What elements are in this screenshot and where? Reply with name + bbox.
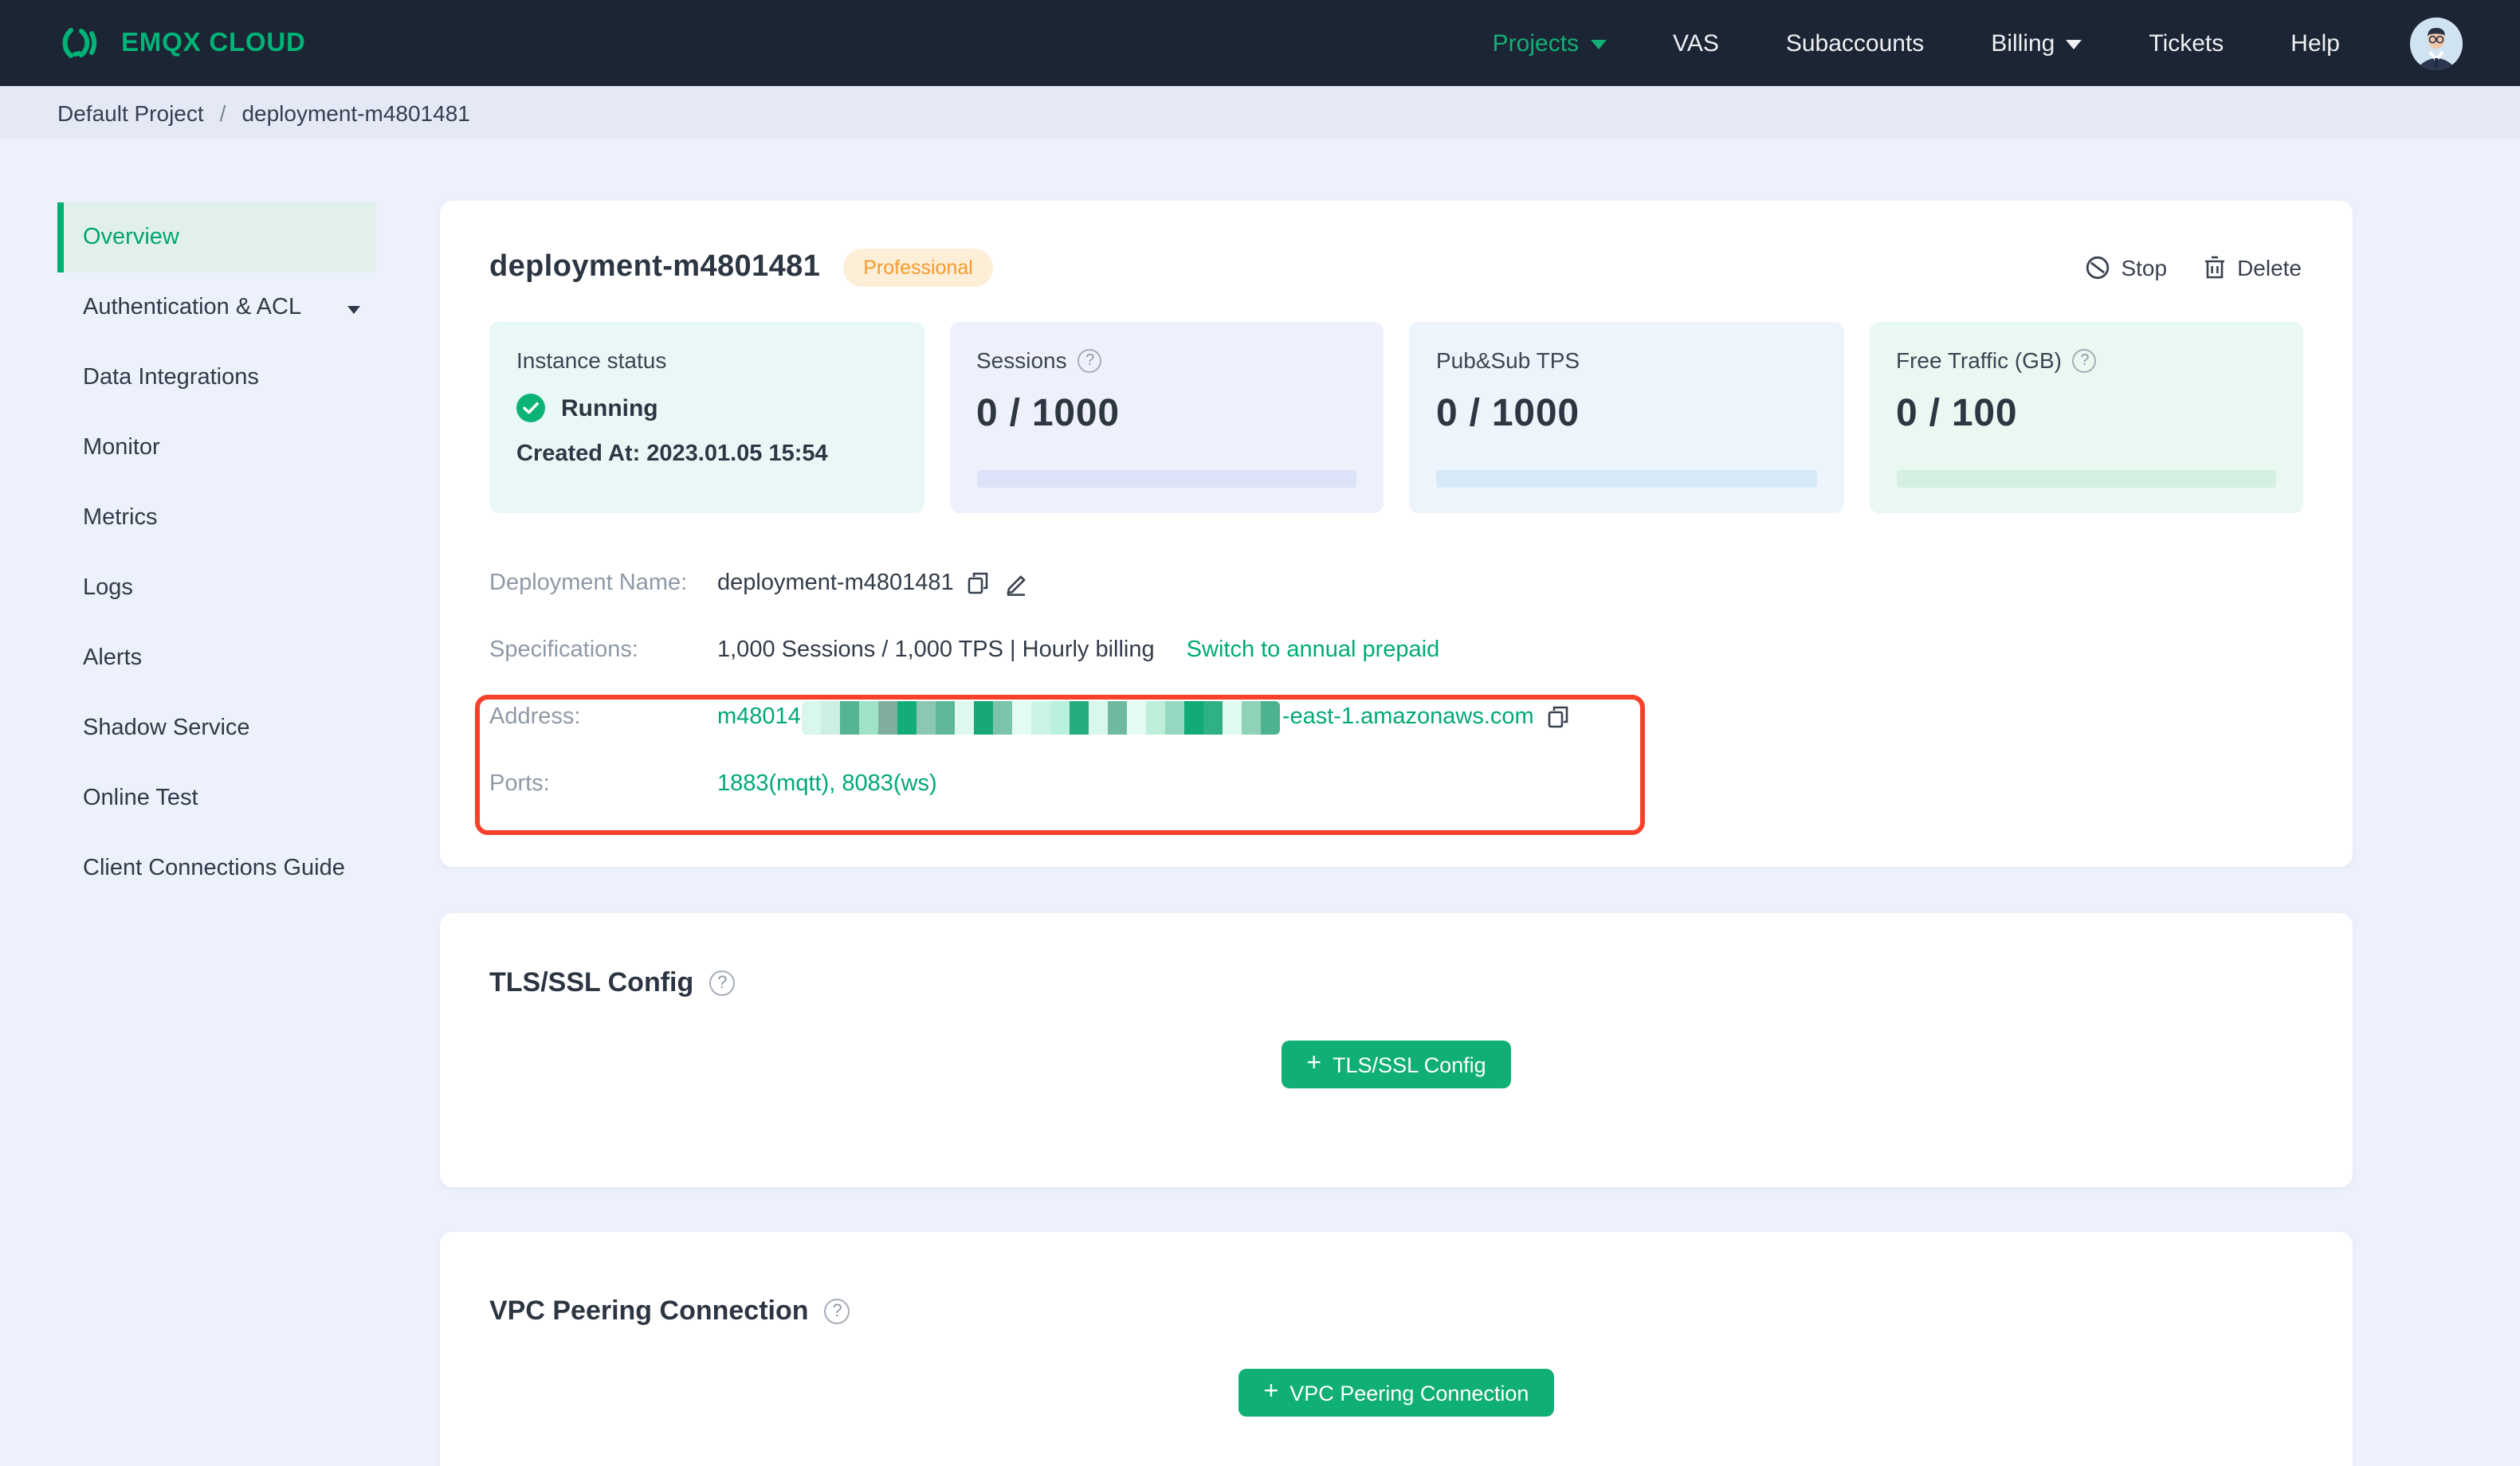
breadcrumb-project[interactable]: Default Project bbox=[57, 100, 204, 125]
chevron-down-icon bbox=[1590, 40, 1607, 49]
sidebar-item-monitor[interactable]: Monitor bbox=[57, 413, 376, 483]
sidebar-item-overview[interactable]: Overview bbox=[57, 202, 376, 272]
top-navbar: EMQX CLOUD Projects VAS Subaccounts Bill… bbox=[0, 0, 2520, 86]
sidebar-item-authentication-acl[interactable]: Authentication & ACL bbox=[57, 272, 376, 343]
delete-button[interactable]: Delete bbox=[2202, 255, 2302, 280]
tps-label: Pub&Sub TPS bbox=[1436, 347, 1580, 373]
sessions-label: Sessions bbox=[976, 347, 1067, 373]
plus-icon: + bbox=[1306, 1049, 1322, 1076]
sessions-progress-bar bbox=[976, 470, 1356, 488]
address-suffix: -east-1.amazonaws.com bbox=[1282, 704, 1534, 730]
deployment-details: Deployment Name: deployment-m4801481 Spe… bbox=[489, 550, 2303, 817]
sidebar-item-alerts[interactable]: Alerts bbox=[57, 623, 376, 693]
add-tls-ssl-config-button[interactable]: + TLS/SSL Config bbox=[1281, 1041, 1512, 1088]
sidebar-nav: Overview Authentication & ACL Data Integ… bbox=[0, 139, 403, 1466]
deployment-name-row: Deployment Name: deployment-m4801481 bbox=[489, 550, 2303, 617]
content-area: Overview Authentication & ACL Data Integ… bbox=[0, 139, 2520, 1466]
sidebar-item-online-test[interactable]: Online Test bbox=[57, 763, 376, 833]
traffic-value: 0 / 100 bbox=[1896, 392, 2018, 435]
switch-annual-prepaid-link[interactable]: Switch to annual prepaid bbox=[1187, 637, 1440, 663]
deployment-name-value: deployment-m4801481 bbox=[717, 570, 954, 596]
free-traffic-card: Free Traffic (GB) ? 0 / 100 bbox=[1869, 322, 2303, 513]
main-panel: deployment-m4801481 Professional Stop De… bbox=[403, 139, 2520, 1466]
address-row: Address: m48014 -east-1.amazonaws.com bbox=[489, 684, 2303, 751]
copy-icon[interactable] bbox=[1547, 704, 1571, 730]
sessions-value: 0 / 1000 bbox=[976, 392, 1120, 435]
deployment-header: deployment-m4801481 Professional Stop De… bbox=[440, 201, 2353, 287]
specifications-row: Specifications: 1,000 Sessions / 1,000 T… bbox=[489, 617, 2303, 684]
sidebar-item-metrics[interactable]: Metrics bbox=[57, 483, 376, 553]
nav-item-projects[interactable]: Projects bbox=[1493, 29, 1607, 57]
deployment-name-label: Deployment Name: bbox=[489, 570, 688, 596]
deployment-overview-card: deployment-m4801481 Professional Stop De… bbox=[440, 201, 2353, 867]
plus-icon: + bbox=[1263, 1378, 1279, 1405]
tls-ssl-section-card: TLS/SSL Config ? + TLS/SSL Config bbox=[440, 913, 2353, 1187]
sidebar-item-data-integrations[interactable]: Data Integrations bbox=[57, 343, 376, 413]
copy-icon[interactable] bbox=[967, 570, 991, 596]
brand-name: EMQX CLOUD bbox=[121, 28, 306, 57]
sidebar-item-client-connections-guide[interactable]: Client Connections Guide bbox=[57, 833, 376, 904]
specifications-value: 1,000 Sessions / 1,000 TPS | Hourly bill… bbox=[717, 637, 1155, 663]
user-avatar[interactable] bbox=[2410, 17, 2463, 69]
status-cards: Instance status Running Created At: 2023… bbox=[489, 322, 2303, 513]
emqx-logo-icon bbox=[57, 21, 102, 65]
breadcrumb: Default Project / deployment-m4801481 bbox=[0, 86, 2520, 139]
stop-button[interactable]: Stop bbox=[2084, 255, 2167, 280]
created-at-text: Created At: 2023.01.05 15:54 bbox=[516, 441, 828, 467]
chevron-down-icon bbox=[2066, 40, 2082, 49]
help-icon[interactable]: ? bbox=[709, 970, 736, 996]
ports-row: Ports: 1883(mqtt), 8083(ws) bbox=[489, 751, 2303, 817]
edit-icon[interactable] bbox=[1003, 570, 1029, 596]
sessions-card: Sessions ? 0 / 1000 bbox=[949, 322, 1384, 513]
chevron-down-icon bbox=[347, 305, 360, 313]
breadcrumb-separator: / bbox=[219, 100, 226, 125]
vpc-peering-section-card: VPC Peering Connection ? + VPC Peering C… bbox=[440, 1232, 2353, 1466]
instance-status-value: Running bbox=[516, 394, 897, 422]
nav-item-help[interactable]: Help bbox=[2290, 29, 2340, 57]
nav-item-tickets[interactable]: Tickets bbox=[2149, 29, 2224, 57]
ports-value: 1883(mqtt), 8083(ws) bbox=[717, 771, 937, 797]
sidebar-item-shadow-service[interactable]: Shadow Service bbox=[57, 693, 376, 763]
stop-icon bbox=[2084, 255, 2110, 280]
deployment-title: deployment-m4801481 bbox=[489, 250, 821, 284]
address-prefix: m48014 bbox=[717, 704, 801, 730]
ports-label: Ports: bbox=[489, 771, 550, 797]
pubsub-tps-card: Pub&Sub TPS 0 / 1000 bbox=[1409, 322, 1843, 513]
plan-badge: Professional bbox=[842, 249, 994, 287]
deployment-actions: Stop Delete bbox=[2084, 255, 2302, 280]
tls-section-title: TLS/SSL Config bbox=[489, 967, 694, 998]
trash-icon bbox=[2202, 255, 2226, 280]
instance-status-label: Instance status bbox=[516, 347, 667, 373]
nav-menu: Projects VAS Subaccounts Billing Tickets… bbox=[1493, 17, 2463, 69]
add-vpc-peering-button[interactable]: + VPC Peering Connection bbox=[1238, 1369, 1555, 1417]
help-icon[interactable]: ? bbox=[824, 1299, 850, 1324]
address-label: Address: bbox=[489, 704, 581, 730]
check-circle-icon bbox=[516, 394, 545, 422]
sidebar-item-logs[interactable]: Logs bbox=[57, 553, 376, 623]
nav-item-billing[interactable]: Billing bbox=[1991, 29, 2082, 57]
brand-logo[interactable]: EMQX CLOUD bbox=[57, 21, 306, 65]
tps-value: 0 / 1000 bbox=[1436, 392, 1580, 435]
traffic-progress-bar bbox=[1896, 470, 2276, 488]
instance-status-card: Instance status Running Created At: 2023… bbox=[489, 322, 924, 513]
app-viewport: EMQX CLOUD Projects VAS Subaccounts Bill… bbox=[0, 0, 2520, 1466]
specifications-label: Specifications: bbox=[489, 637, 638, 663]
address-redaction bbox=[802, 700, 1281, 734]
breadcrumb-current: deployment-m4801481 bbox=[241, 100, 470, 125]
traffic-label: Free Traffic (GB) bbox=[1896, 347, 2062, 373]
tps-progress-bar bbox=[1436, 470, 1816, 488]
nav-item-subaccounts[interactable]: Subaccounts bbox=[1786, 29, 1924, 57]
help-icon[interactable]: ? bbox=[1077, 348, 1102, 372]
vpc-section-title: VPC Peering Connection bbox=[489, 1295, 809, 1326]
nav-item-vas[interactable]: VAS bbox=[1673, 29, 1719, 57]
help-icon[interactable]: ? bbox=[2072, 348, 2097, 372]
